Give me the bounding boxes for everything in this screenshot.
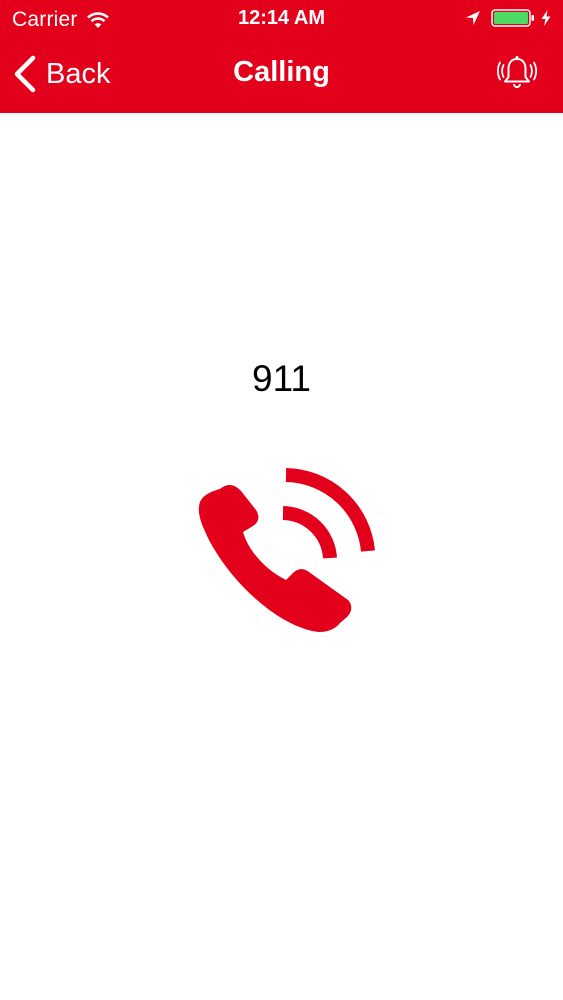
nav-bar: Back Calling [0,38,563,113]
page-title: Calling [233,56,330,88]
battery-icon [491,9,534,27]
status-bar: Carrier 12:14 AM [0,0,563,38]
location-icon [466,11,480,25]
status-right [465,9,551,27]
bell-icon[interactable] [497,54,537,94]
phone-calling-icon [198,468,375,632]
charge-icon [541,10,551,26]
called-number: 911 [252,358,311,399]
header: Carrier 12:14 AM Back Calling [0,0,563,113]
